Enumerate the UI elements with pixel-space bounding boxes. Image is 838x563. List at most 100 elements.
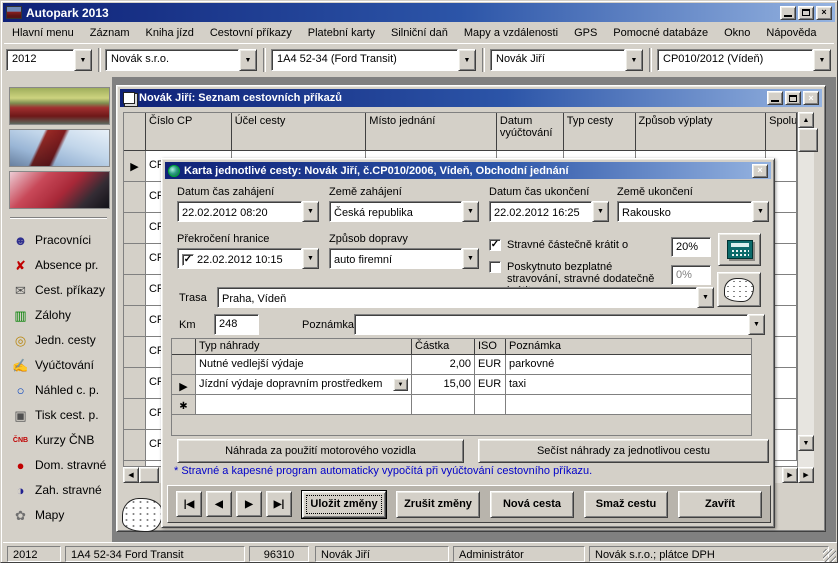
sidebar-item-pracovnici[interactable]: ☻ Pracovníci [12,229,110,251]
chevron-down-icon[interactable]: ▼ [462,248,479,269]
nav-first-button[interactable]: |◀ [176,491,202,517]
sidebar-item-tisk[interactable]: ▣ Tisk cest. p. [12,404,110,426]
start-country-combobox[interactable]: Česká republika ▼ [329,201,479,222]
menu-okno[interactable]: Okno [716,25,758,41]
chevron-down-icon[interactable]: ▼ [462,201,479,222]
chevron-down-icon[interactable]: ▼ [302,201,319,222]
scrollbar-thumb[interactable] [798,128,818,152]
chevron-down-icon[interactable]: ▼ [393,378,408,391]
scroll-down-icon[interactable]: ▼ [798,435,814,451]
end-country-combobox[interactable]: Rakousko ▼ [617,201,769,222]
nav-next-button[interactable]: ▶ [236,491,262,517]
sidebar-item-cest-prikazy[interactable]: ✉ Cest. příkazy [12,279,110,301]
scroll-right-icon[interactable]: ▶ [782,467,798,483]
column-zpusob-vyplaty[interactable]: Způsob výplaty [636,113,767,150]
menu-mapy-a-vzdalenosti[interactable]: Mapy a vzdálenosti [456,25,566,41]
vehicle-combobox[interactable]: 1A4 52-34 (Ford Transit) ▼ [271,49,476,71]
menu-gps[interactable]: GPS [566,25,605,41]
column-misto-jednani[interactable]: Místo jednání [366,113,497,150]
vehicle-compensation-button[interactable]: Náhrada za použití motorového vozidla [177,439,464,463]
sidebar-item-kurzy-cnb[interactable]: ČNB Kurzy ČNB [12,429,110,451]
scroll-up-icon[interactable]: ▲ [798,112,814,128]
expenses-header: Typ náhrady Částka ISO Poznámka [172,339,751,355]
column-datum-vyuctovani[interactable]: Datum vyúčtování [497,113,564,150]
km-field[interactable]: 248 [214,314,259,335]
minimize-button[interactable] [780,6,796,20]
menu-platebni-karty[interactable]: Platební karty [300,25,383,41]
transport-combobox[interactable]: auto firemní ▼ [329,248,479,269]
border-crossing-combobox[interactable]: ✓ 22.02.2012 10:15 ▼ [177,248,319,269]
company-combobox[interactable]: Novák s.r.o. ▼ [105,49,257,71]
order-combobox[interactable]: CP010/2012 (Vídeň) ▼ [657,49,831,71]
scroll-left-icon[interactable]: ◀ [123,467,139,483]
cell-typ-combo[interactable]: ▼Jízdní výdaje dopravním prostředkem [196,375,412,394]
nav-prev-button[interactable]: ◀ [206,491,232,517]
border-crossing-checkbox[interactable]: ✓ [182,254,194,266]
expense-row-new[interactable]: ✱ [172,395,751,415]
end-datetime-combobox[interactable]: 22.02.2012 16:25 ▼ [489,201,609,222]
route-combobox[interactable]: Praha, Vídeň ▼ [217,287,714,308]
free-meal-checkbox[interactable] [489,261,501,273]
column-spolucestujici[interactable]: Spoluc [766,113,797,150]
sidebar-item-zalohy[interactable]: ▥ Zálohy [12,304,110,326]
meal-reduce-checkbox[interactable]: ✓ [489,239,501,251]
sidebar-item-nahled[interactable]: ○ Náhled c. p. [12,379,110,401]
vertical-scrollbar[interactable]: ▲ ▼ ▶ [798,112,814,483]
sidebar-item-dom-stravne[interactable]: ● Dom. stravné [12,454,110,476]
sidebar-item-jedn-cesty[interactable]: ◎ Jedn. cesty [12,329,110,351]
menu-silnicni-dan[interactable]: Silniční daň [383,25,456,41]
toolbar-separator [482,48,485,72]
menu-kniha-jizd[interactable]: Kniha jízd [138,25,202,41]
close-button[interactable]: × [803,91,819,105]
new-trip-button[interactable]: Nová cesta [490,491,574,518]
nav-last-button[interactable]: ▶| [266,491,292,517]
minimize-button[interactable] [767,91,783,105]
free-meal-percent-field[interactable]: 0% [671,265,711,285]
sidebar-item-vyuctovani[interactable]: ✍ Vyúčtování [12,354,110,376]
resize-grip[interactable] [823,549,836,562]
delete-trip-button[interactable]: Smaž cestu [584,491,668,518]
expense-row-selected[interactable]: ▶ ▼Jízdní výdaje dopravním prostředkem 1… [172,375,751,395]
chevron-down-icon[interactable]: ▼ [239,49,257,71]
close-dialog-button[interactable]: Zavřít [678,491,762,518]
cancel-changes-button[interactable]: Zrušit změny [396,491,480,518]
meal-reduce-percent-field[interactable]: 20% [671,237,711,257]
sum-compensation-button[interactable]: Sečíst náhrady za jednotlivou cestu [478,439,769,463]
chevron-down-icon[interactable]: ▼ [752,201,769,222]
menu-napoveda[interactable]: Nápověda [758,25,824,41]
chevron-down-icon[interactable]: ▼ [458,49,476,71]
close-button[interactable]: × [816,6,832,20]
chevron-down-icon[interactable]: ▼ [748,314,765,335]
column-cislo-cp[interactable]: Číslo CP [146,113,232,150]
save-changes-button[interactable]: Uložit změny [302,491,386,518]
map-button[interactable] [717,272,761,307]
year-combobox[interactable]: 2012 ▼ [6,49,92,71]
sidebar-item-absence[interactable]: ✘ Absence pr. [12,254,110,276]
chevron-down-icon[interactable]: ▼ [74,49,92,71]
person-combobox[interactable]: Novák Jiří ▼ [490,49,643,71]
magnifier-icon: ○ [12,384,29,397]
chevron-down-icon[interactable]: ▼ [302,248,319,269]
column-ucel-cesty[interactable]: Účel cesty [232,113,367,150]
scroll-right-icon[interactable]: ▶ [798,467,814,483]
menu-pomocne-databaze[interactable]: Pomocné databáze [605,25,716,41]
dialog-close-button[interactable]: × [752,164,768,178]
sidebar-item-zah-stravne[interactable]: ◑ Zah. stravné [12,479,110,501]
maximize-button[interactable] [785,91,801,105]
menu-hlavni-menu[interactable]: Hlavní menu [4,25,82,41]
column-typ-cesty[interactable]: Typ cesty [564,113,636,150]
chevron-down-icon[interactable]: ▼ [697,287,714,308]
maximize-button[interactable] [798,6,814,20]
expense-row[interactable]: Nutné vedlejší výdaje 2,00 EUR parkovné [172,355,751,375]
menu-zaznam[interactable]: Záznam [82,25,138,41]
chevron-down-icon[interactable]: ▼ [592,201,609,222]
cell-castka: 15,00 [412,375,475,394]
sidebar-item-mapy[interactable]: ✿ Mapy [12,504,110,526]
chevron-down-icon[interactable]: ▼ [813,49,831,71]
note-combobox[interactable]: ▼ [354,314,765,335]
start-datetime-combobox[interactable]: 22.02.2012 08:20 ▼ [177,201,319,222]
calculator-button[interactable] [718,233,761,266]
menu-cestovni-prikazy[interactable]: Cestovní příkazy [202,25,300,41]
scrollbar-thumb[interactable] [139,467,159,483]
chevron-down-icon[interactable]: ▼ [625,49,643,71]
